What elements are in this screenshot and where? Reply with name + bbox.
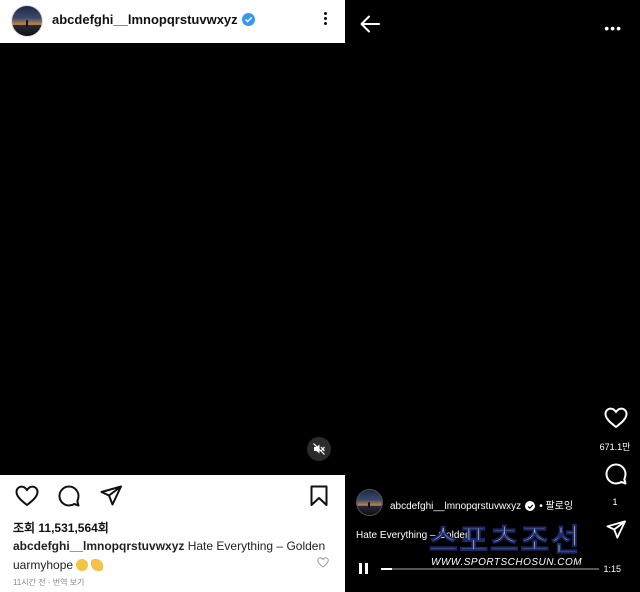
- post-header: abcdefghi__lmnopqrstuvwxyz: [0, 0, 345, 43]
- caption-text: Hate Everything – Golden: [187, 539, 326, 553]
- post-timestamp[interactable]: 11시간 전 · 번역 보기: [13, 577, 84, 588]
- elapsed-time: 1:15: [603, 564, 621, 574]
- progress-fill: [381, 568, 392, 570]
- back-arrow-icon[interactable]: [359, 14, 381, 34]
- profile-avatar[interactable]: [12, 6, 42, 36]
- reel-viewer-panel: ••• 671.1만 1 abcdefghi__lmnopqrstuvwxyz •…: [345, 0, 640, 592]
- post-actions-bar: [0, 475, 345, 519]
- heart-icon[interactable]: [15, 485, 39, 507]
- reel-caption: Hate Everything – Golden: [356, 530, 471, 541]
- feed-post-panel: abcdefghi__lmnopqrstuvwxyz 조회 11,531,564…: [0, 0, 345, 592]
- more-options-icon[interactable]: [319, 10, 331, 30]
- mute-icon[interactable]: [307, 437, 331, 461]
- reel-username[interactable]: abcdefghi__lmnopqrstuvwxyz: [390, 501, 521, 512]
- reel-comment-count: 1: [612, 497, 618, 507]
- verified-icon: [241, 13, 255, 26]
- reel-verified-icon: [525, 501, 536, 511]
- crying-face-emoji-icon: [76, 559, 89, 571]
- comment-icon[interactable]: [58, 485, 80, 507]
- post-video[interactable]: [0, 43, 345, 475]
- reel-comment-icon[interactable]: [605, 463, 627, 485]
- reel-share-icon[interactable]: [606, 520, 626, 539]
- reel-author-row: abcdefghi__lmnopqrstuvwxyz • 팔로잉: [357, 490, 597, 518]
- post-username[interactable]: abcdefghi__lmnopqrstuvwxyz: [52, 12, 238, 27]
- post-caption: abcdefghi__lmnopqrstuvwxyz Hate Everythi…: [13, 537, 333, 575]
- caption-username[interactable]: abcdefghi__lmnopqrstuvwxyz: [13, 539, 184, 553]
- more-icon[interactable]: •••: [604, 20, 622, 36]
- reel-avatar[interactable]: [357, 490, 382, 515]
- view-count: 조회 11,531,564회: [13, 521, 109, 535]
- post-username-row[interactable]: abcdefghi__lmnopqrstuvwxyz: [52, 12, 255, 27]
- share-icon[interactable]: [100, 485, 122, 506]
- reel-username-row[interactable]: abcdefghi__lmnopqrstuvwxyz • 팔로잉: [390, 497, 573, 512]
- pause-icon[interactable]: [359, 563, 369, 574]
- progress-bar[interactable]: [381, 568, 599, 570]
- caption-like-heart-icon[interactable]: [317, 557, 329, 568]
- praying-hands-emoji-icon: [91, 559, 104, 571]
- following-label[interactable]: • 팔로잉: [539, 501, 573, 512]
- reel-like-count: 671.1만: [599, 442, 631, 452]
- video-player-controls: 1:15: [345, 555, 640, 581]
- caption-line2: uarmyhope: [13, 558, 74, 572]
- reel-heart-icon[interactable]: [604, 407, 628, 429]
- bookmark-icon[interactable]: [310, 485, 328, 507]
